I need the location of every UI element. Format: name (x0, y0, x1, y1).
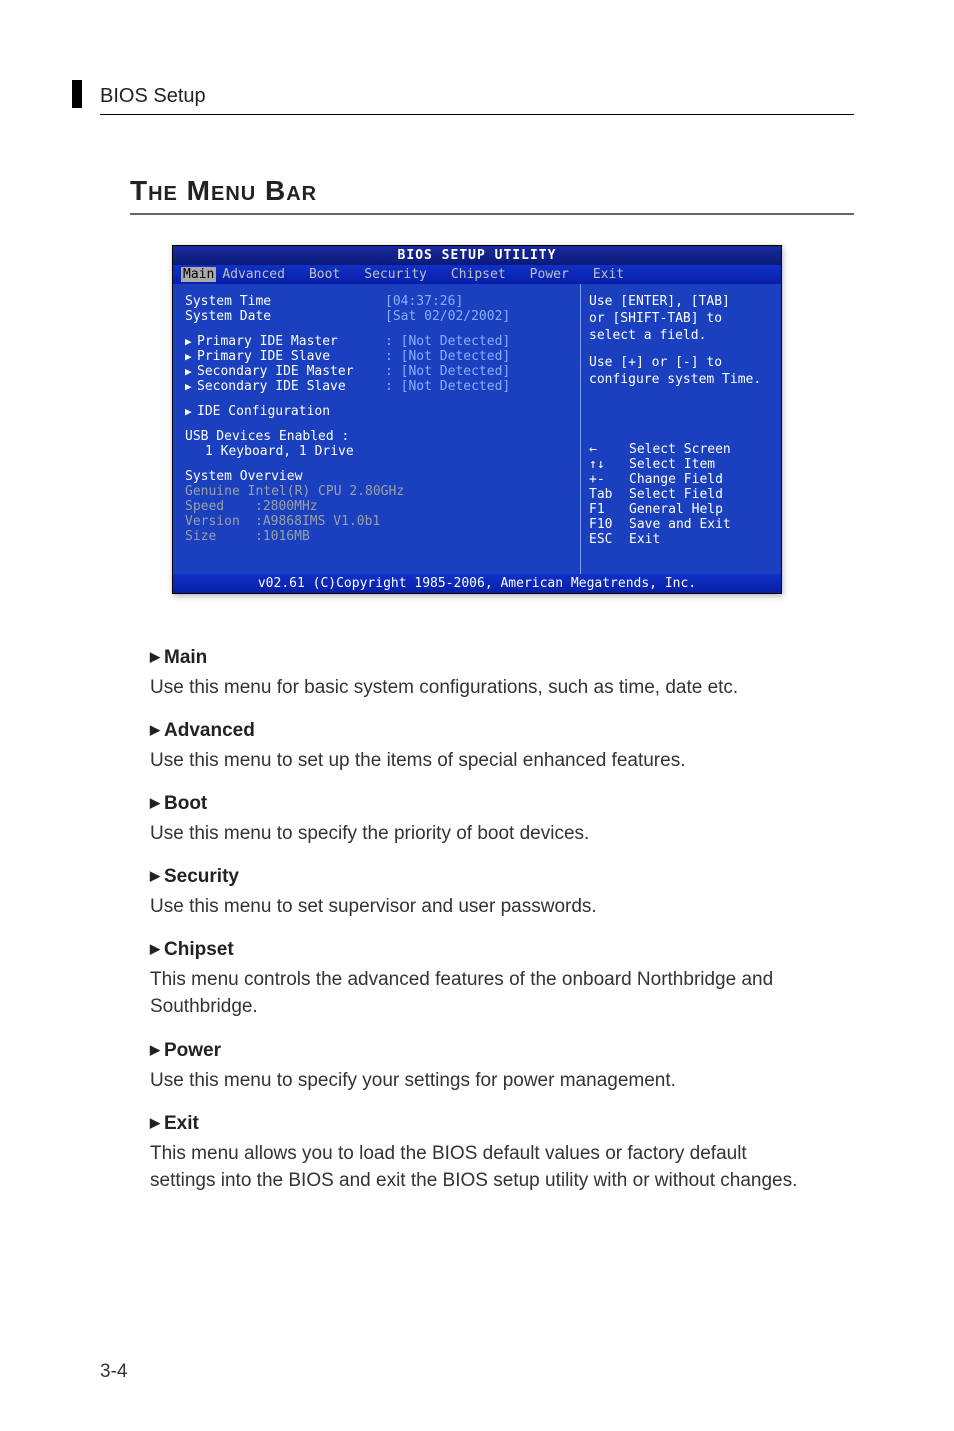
key-f10-text: Save and Exit (629, 517, 731, 532)
secondary-ide-master-label[interactable]: Secondary IDE Master (197, 364, 354, 379)
desc-body-security: Use this menu to set supervisor and user… (150, 893, 804, 921)
bios-tab-boot[interactable]: Boot (303, 267, 358, 282)
secondary-ide-master-value: : [Not Detected] (385, 364, 510, 379)
help-line: select a field. (589, 328, 773, 343)
triangle-icon: ▶ (150, 941, 160, 956)
primary-ide-slave-label[interactable]: Primary IDE Slave (197, 349, 330, 364)
key-plusminus-text: Change Field (629, 472, 723, 487)
version-value: :A9868IMS V1.0b1 (255, 514, 380, 529)
bios-menu-bar: Main Advanced Boot Security Chipset Powe… (173, 265, 781, 284)
desc-body-chipset: This menu controls the advanced features… (150, 966, 804, 1021)
key-f1-text: General Help (629, 502, 723, 517)
bios-footer: v02.61 (C)Copyright 1985-2006, American … (173, 574, 781, 593)
key-esc-text: Exit (629, 532, 660, 547)
triangle-icon: ▶ (150, 795, 160, 810)
bios-tab-advanced[interactable]: Advanced (216, 267, 303, 282)
help-line: or [SHIFT-TAB] to (589, 311, 773, 326)
desc-head-power: ▶Power (150, 1037, 804, 1065)
desc-body-main: Use this menu for basic system configura… (150, 674, 804, 702)
secondary-ide-slave-label[interactable]: Secondary IDE Slave (197, 379, 346, 394)
bios-tab-exit[interactable]: Exit (587, 267, 642, 282)
desc-head-boot: ▶Boot (150, 790, 804, 818)
triangle-icon: ▶ (185, 405, 193, 418)
desc-head-security: ▶Security (150, 863, 804, 891)
primary-ide-master-label[interactable]: Primary IDE Master (197, 334, 338, 349)
secondary-ide-slave-value: : [Not Detected] (385, 379, 510, 394)
header-marker (72, 80, 82, 108)
usb-devices-value: 1 Keyboard, 1 Drive (185, 444, 354, 459)
primary-ide-master-value: : [Not Detected] (385, 334, 510, 349)
system-time-label: System Time (185, 294, 385, 309)
help-line: Use [+] or [-] to (589, 355, 773, 370)
triangle-icon: ▶ (185, 335, 193, 348)
usb-devices-label: USB Devices Enabled : (185, 429, 349, 444)
key-help: ←Select Screen ↑↓Select Item +-Change Fi… (589, 442, 773, 547)
key-left: ← (589, 442, 629, 457)
desc-body-exit: This menu allows you to load the BIOS de… (150, 1140, 804, 1195)
desc-head-advanced: ▶Advanced (150, 717, 804, 745)
bios-tab-power[interactable]: Power (524, 267, 587, 282)
speed-label: Speed (185, 499, 255, 514)
system-overview-label: System Overview (185, 469, 302, 484)
key-tab: Tab (589, 487, 629, 502)
bios-tab-main[interactable]: Main (181, 267, 216, 282)
page-header: BIOS Setup (100, 85, 854, 115)
key-updown-text: Select Item (629, 457, 715, 472)
key-left-text: Select Screen (629, 442, 731, 457)
triangle-icon: ▶ (150, 1115, 160, 1130)
bios-screenshot: BIOS SETUP UTILITY Main Advanced Boot Se… (172, 245, 782, 594)
bios-title-bar: BIOS SETUP UTILITY (173, 246, 781, 265)
triangle-icon: ▶ (150, 868, 160, 883)
cpu-label: Genuine Intel(R) CPU 2.80GHz (185, 484, 404, 499)
key-f10: F10 (589, 517, 629, 532)
bios-body: System Time[04:37:26] System Date[Sat 02… (173, 284, 781, 574)
header-text: BIOS Setup (100, 85, 206, 107)
key-esc: ESC (589, 532, 629, 547)
key-f1: F1 (589, 502, 629, 517)
size-label: Size (185, 529, 255, 544)
page-number: 3-4 (100, 1361, 127, 1383)
desc-body-advanced: Use this menu to set up the items of spe… (150, 747, 804, 775)
help-line: Use [ENTER], [TAB] (589, 294, 773, 309)
desc-body-boot: Use this menu to specify the priority of… (150, 820, 804, 848)
system-time-value[interactable]: [04:37:26] (385, 294, 463, 309)
bios-tab-security[interactable]: Security (358, 267, 445, 282)
triangle-icon: ▶ (185, 380, 193, 393)
primary-ide-slave-value: : [Not Detected] (385, 349, 510, 364)
triangle-icon: ▶ (150, 649, 160, 664)
speed-value: :2800MHz (255, 499, 318, 514)
bios-tab-chipset[interactable]: Chipset (445, 267, 524, 282)
key-plusminus: +- (589, 472, 629, 487)
desc-head-main: ▶Main (150, 644, 804, 672)
ide-configuration-label[interactable]: IDE Configuration (197, 404, 330, 419)
desc-head-exit: ▶Exit (150, 1110, 804, 1138)
triangle-icon: ▶ (150, 1042, 160, 1057)
key-tab-text: Select Field (629, 487, 723, 502)
version-label: Version (185, 514, 255, 529)
bios-right-pane: Use [ENTER], [TAB] or [SHIFT-TAB] to sel… (581, 284, 781, 574)
desc-head-chipset: ▶Chipset (150, 936, 804, 964)
triangle-icon: ▶ (185, 350, 193, 363)
desc-body-power: Use this menu to specify your settings f… (150, 1067, 804, 1095)
size-value: :1016MB (255, 529, 310, 544)
key-updown: ↑↓ (589, 457, 629, 472)
section-title: The Menu Bar (130, 175, 854, 215)
help-line: configure system Time. (589, 372, 773, 387)
triangle-icon: ▶ (150, 722, 160, 737)
descriptions: ▶Main Use this menu for basic system con… (150, 644, 804, 1195)
system-date-value[interactable]: [Sat 02/02/2002] (385, 309, 510, 324)
system-date-label: System Date (185, 309, 385, 324)
bios-left-pane: System Time[04:37:26] System Date[Sat 02… (173, 284, 581, 574)
triangle-icon: ▶ (185, 365, 193, 378)
